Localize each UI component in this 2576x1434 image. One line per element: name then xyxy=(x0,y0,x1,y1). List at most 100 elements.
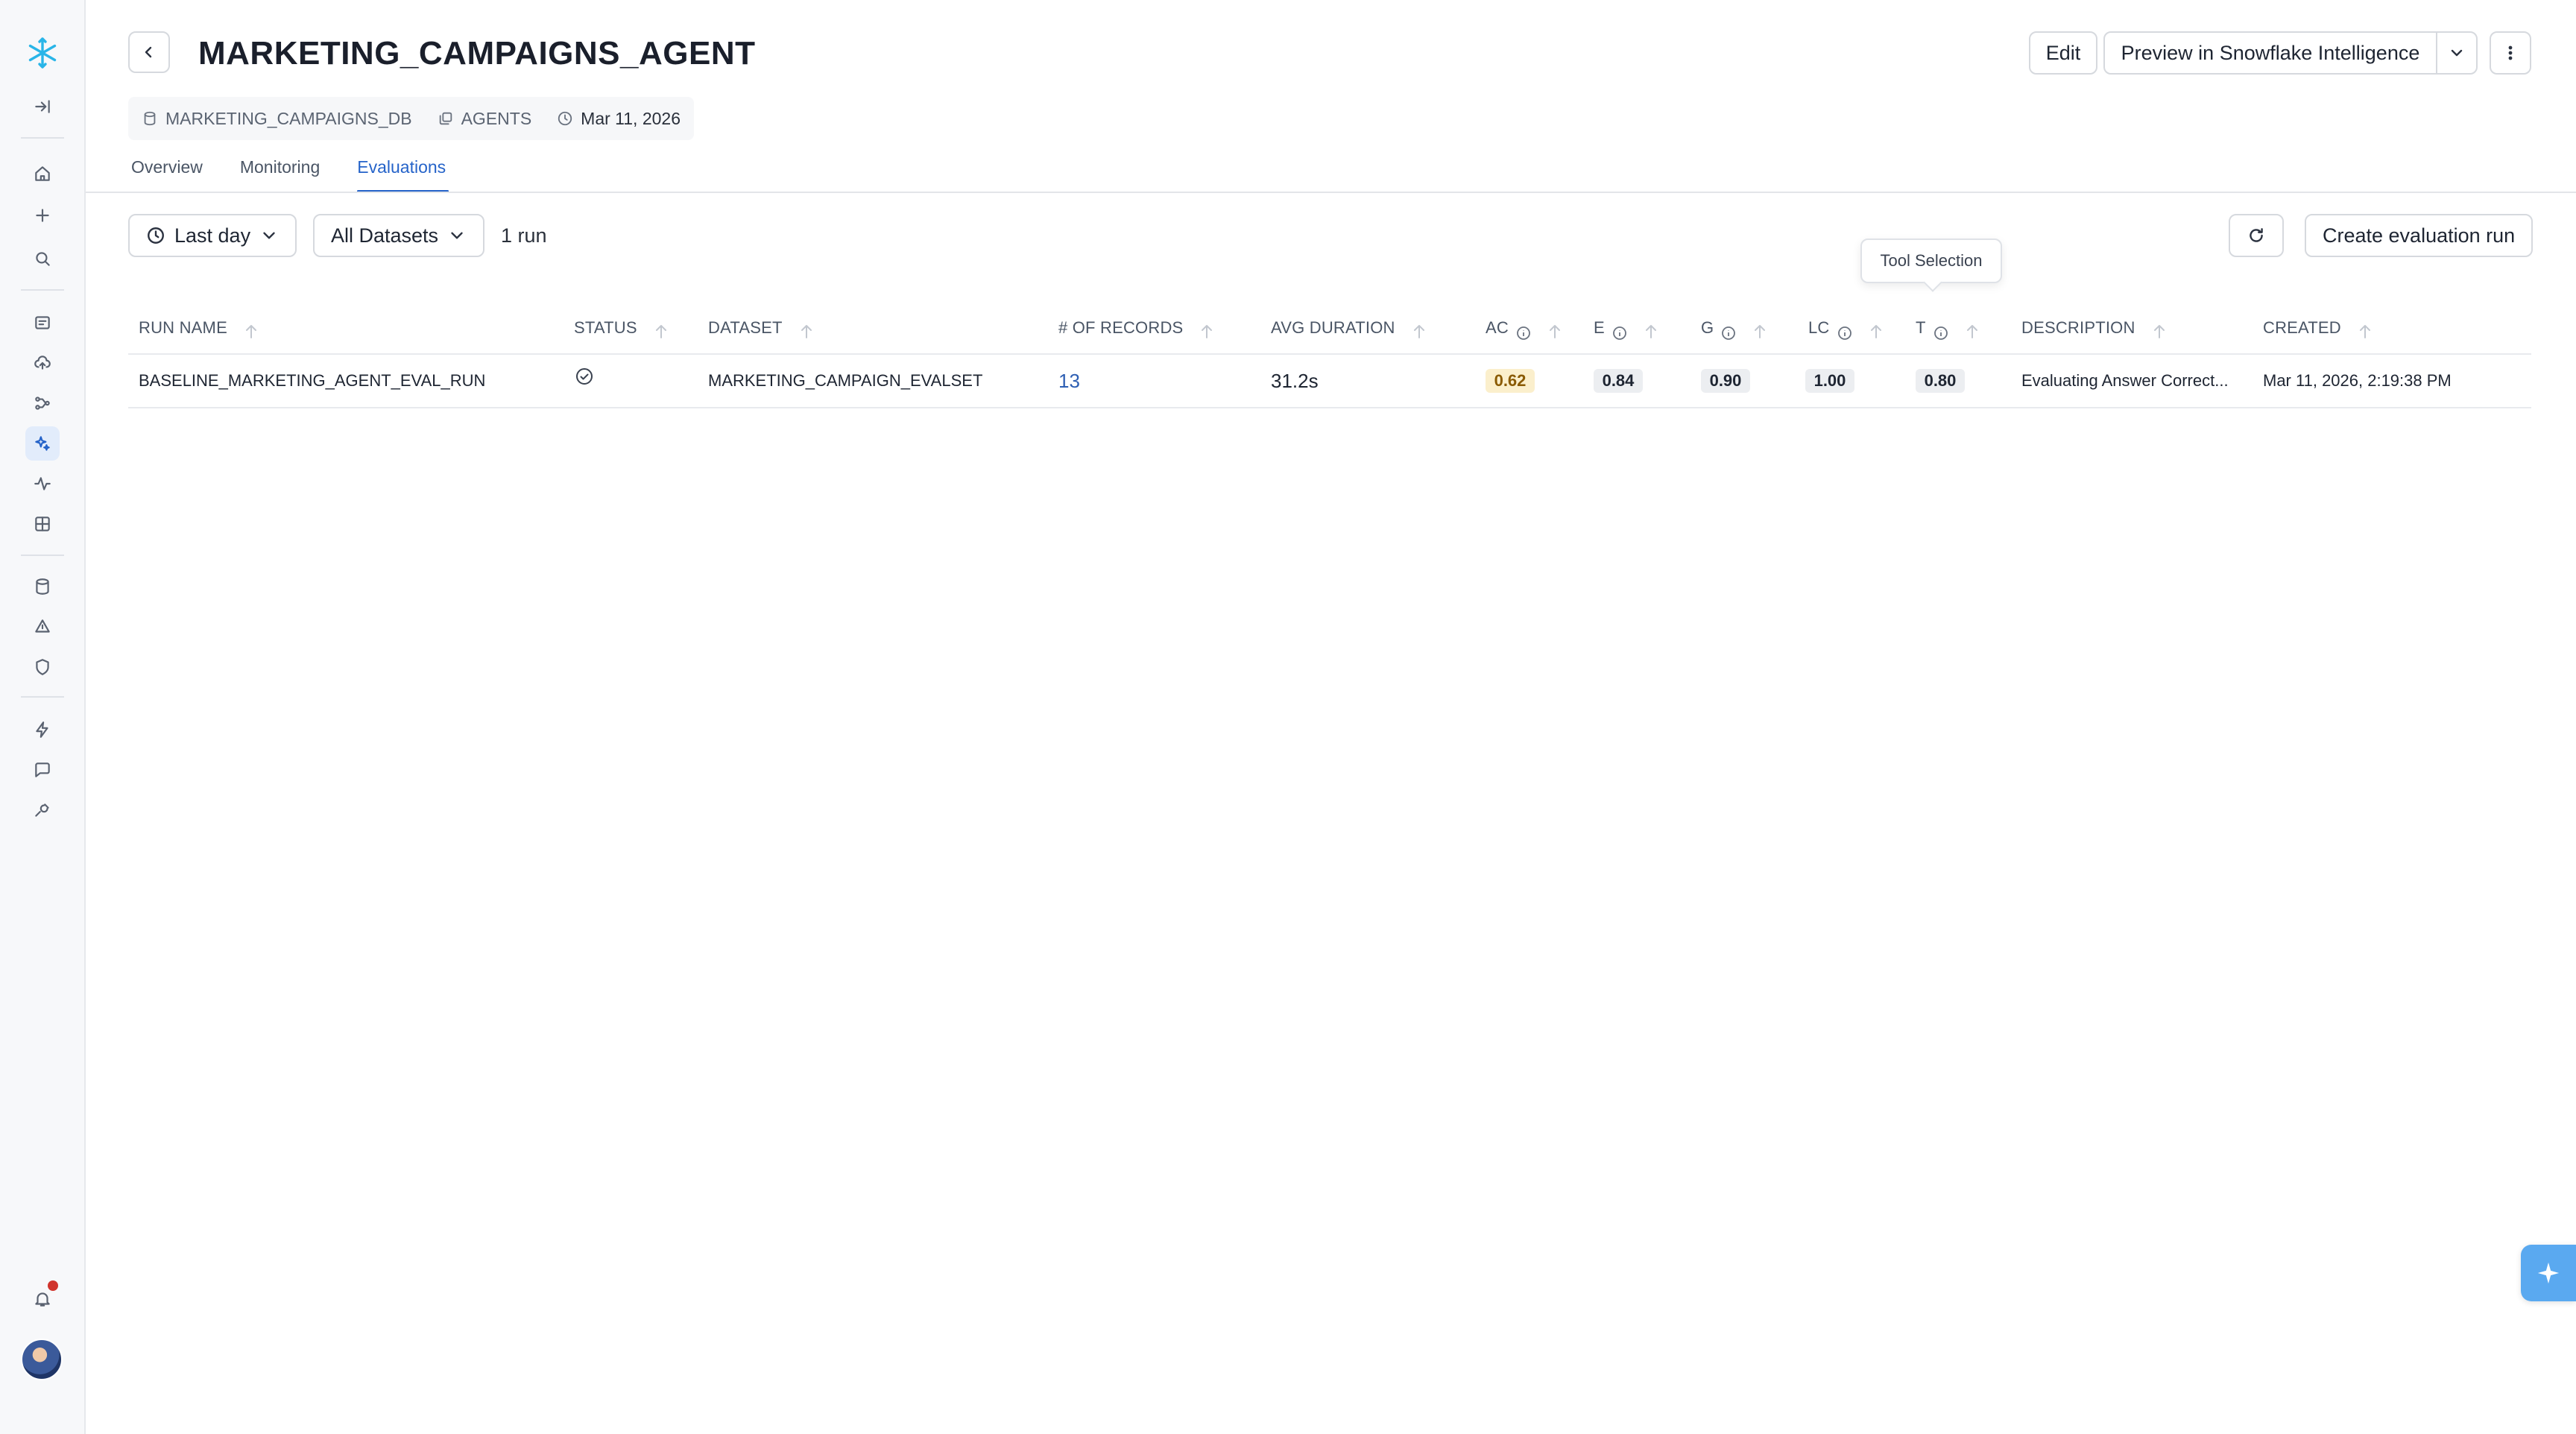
chat-help-icon[interactable] xyxy=(25,753,60,787)
sort-arrow-icon[interactable] xyxy=(244,320,259,338)
column-header-t[interactable]: T xyxy=(1916,313,1980,343)
sort-arrow-icon[interactable] xyxy=(1965,320,1980,338)
dataset-filter-label: All Datasets xyxy=(331,224,439,247)
preview-button[interactable]: Preview in Snowflake Intelligence xyxy=(2103,31,2437,75)
sort-arrow-icon[interactable] xyxy=(1547,320,1562,338)
chevron-left-icon xyxy=(145,46,152,58)
refresh-icon xyxy=(2250,228,2263,242)
projects-flow-icon[interactable] xyxy=(25,386,60,420)
sort-arrow-icon[interactable] xyxy=(1199,320,1214,338)
home-icon[interactable] xyxy=(25,157,60,191)
clock-icon xyxy=(558,111,572,126)
header-label: STATUS xyxy=(574,318,637,337)
database-icon[interactable] xyxy=(25,569,60,604)
column-header-g[interactable]: G xyxy=(1701,313,1767,343)
sort-arrow-icon[interactable] xyxy=(2358,320,2373,338)
cell-records-link[interactable]: 13 xyxy=(1058,359,1080,402)
marketplace-icon[interactable] xyxy=(25,507,60,541)
rail-divider xyxy=(21,696,64,698)
expand-sidebar-icon[interactable] xyxy=(25,89,60,124)
left-nav-rail xyxy=(0,0,86,1434)
tab-divider xyxy=(86,192,2576,193)
worksheets-icon[interactable] xyxy=(25,306,60,340)
tab-bar: Overview Monitoring Evaluations xyxy=(131,149,449,192)
score-badge-e: 0.84 xyxy=(1594,369,1643,393)
cell-description: Evaluating Answer Correct... xyxy=(2021,371,2229,390)
sort-arrow-icon[interactable] xyxy=(799,320,814,338)
sort-arrow-icon[interactable] xyxy=(1752,320,1767,338)
rail-divider xyxy=(21,555,64,556)
info-icon[interactable] xyxy=(1612,320,1627,340)
meta-schema[interactable]: AGENTS xyxy=(438,108,532,129)
column-header-run-name[interactable]: RUN NAME xyxy=(139,313,259,343)
sort-arrow-icon[interactable] xyxy=(2152,320,2167,338)
more-vertical-icon xyxy=(2508,45,2513,60)
rail-divider xyxy=(21,137,64,139)
lightning-icon[interactable] xyxy=(25,713,60,747)
snowflake-logo-icon[interactable] xyxy=(25,36,60,70)
data-upload-icon[interactable] xyxy=(25,346,60,380)
meta-date-label: Mar 11, 2026 xyxy=(581,108,681,128)
info-icon[interactable] xyxy=(1516,320,1531,340)
info-icon[interactable] xyxy=(1721,320,1736,340)
column-header-dataset[interactable]: DATASET xyxy=(708,313,814,343)
header-label: T xyxy=(1916,318,1926,337)
cell-dataset: MARKETING_CAMPAIGN_EVALSET xyxy=(708,371,983,390)
column-header-lc[interactable]: LC xyxy=(1808,313,1884,343)
column-header-created[interactable]: CREATED xyxy=(2263,313,2373,343)
tab-evaluations[interactable]: Evaluations xyxy=(357,149,449,192)
column-header-records[interactable]: # OF RECORDS xyxy=(1058,313,1214,343)
meta-schema-label: AGENTS xyxy=(461,108,532,128)
admin-tools-icon[interactable] xyxy=(25,793,60,827)
create-evaluation-run-button[interactable]: Create evaluation run xyxy=(2305,214,2534,257)
header-label: # OF RECORDS xyxy=(1058,318,1184,337)
governance-icon[interactable] xyxy=(25,610,60,644)
schema-icon xyxy=(439,112,452,125)
clock-icon xyxy=(148,227,164,244)
monitoring-activity-icon[interactable] xyxy=(25,467,60,501)
header-label: CREATED xyxy=(2263,318,2341,337)
dataset-filter-dropdown[interactable]: All Datasets xyxy=(313,214,485,257)
header-label: LC xyxy=(1808,318,1830,337)
tooltip-tool-selection: Tool Selection xyxy=(1860,239,2002,283)
info-icon[interactable] xyxy=(1837,320,1852,340)
edit-button[interactable]: Edit xyxy=(2029,31,2097,75)
column-header-avg-duration[interactable]: AVG DURATION xyxy=(1271,313,1427,343)
sort-arrow-icon[interactable] xyxy=(1869,320,1884,338)
time-range-dropdown[interactable]: Last day xyxy=(128,214,297,257)
meta-database[interactable]: MARKETING_CAMPAIGNS_DB xyxy=(142,109,412,129)
table-header-divider xyxy=(128,353,2531,355)
refresh-button[interactable] xyxy=(2229,214,2284,257)
header-label: E xyxy=(1594,318,1605,337)
sort-arrow-icon[interactable] xyxy=(1644,320,1658,338)
score-badge-ac: 0.62 xyxy=(1486,369,1535,393)
page-title: MARKETING_CAMPAIGNS_AGENT xyxy=(198,35,756,72)
tab-monitoring[interactable]: Monitoring xyxy=(240,149,320,192)
column-header-description[interactable]: DESCRIPTION xyxy=(2021,313,2167,343)
column-header-e[interactable]: E xyxy=(1594,313,1658,343)
search-icon[interactable] xyxy=(25,241,60,276)
cell-run-name[interactable]: BASELINE_MARKETING_AGENT_EVAL_RUN xyxy=(139,359,485,402)
back-button[interactable] xyxy=(128,31,170,73)
chevron-down-icon xyxy=(2451,49,2463,57)
score-badge-lc: 1.00 xyxy=(1805,369,1854,393)
ai-sparkle-icon[interactable] xyxy=(25,426,60,461)
chevron-down-icon xyxy=(451,232,463,239)
preview-dropdown-button[interactable] xyxy=(2436,31,2478,75)
tab-overview[interactable]: Overview xyxy=(131,149,203,192)
header-label: RUN NAME xyxy=(139,318,227,337)
column-header-status[interactable]: STATUS xyxy=(574,313,669,343)
create-plus-icon[interactable] xyxy=(25,198,60,233)
cell-avg-duration: 31.2s xyxy=(1271,370,1319,392)
ai-assistant-button[interactable] xyxy=(2521,1245,2576,1301)
column-header-ac[interactable]: AC xyxy=(1486,313,1562,343)
shield-icon[interactable] xyxy=(25,650,60,684)
sort-arrow-icon[interactable] xyxy=(654,320,669,338)
run-count: 1 run xyxy=(501,224,547,247)
more-options-button[interactable] xyxy=(2490,31,2531,75)
sort-arrow-icon[interactable] xyxy=(1412,320,1427,338)
header-label: DATASET xyxy=(708,318,783,337)
header-label: G xyxy=(1701,318,1714,337)
info-icon[interactable] xyxy=(1933,320,1948,340)
user-avatar[interactable] xyxy=(21,1339,63,1380)
